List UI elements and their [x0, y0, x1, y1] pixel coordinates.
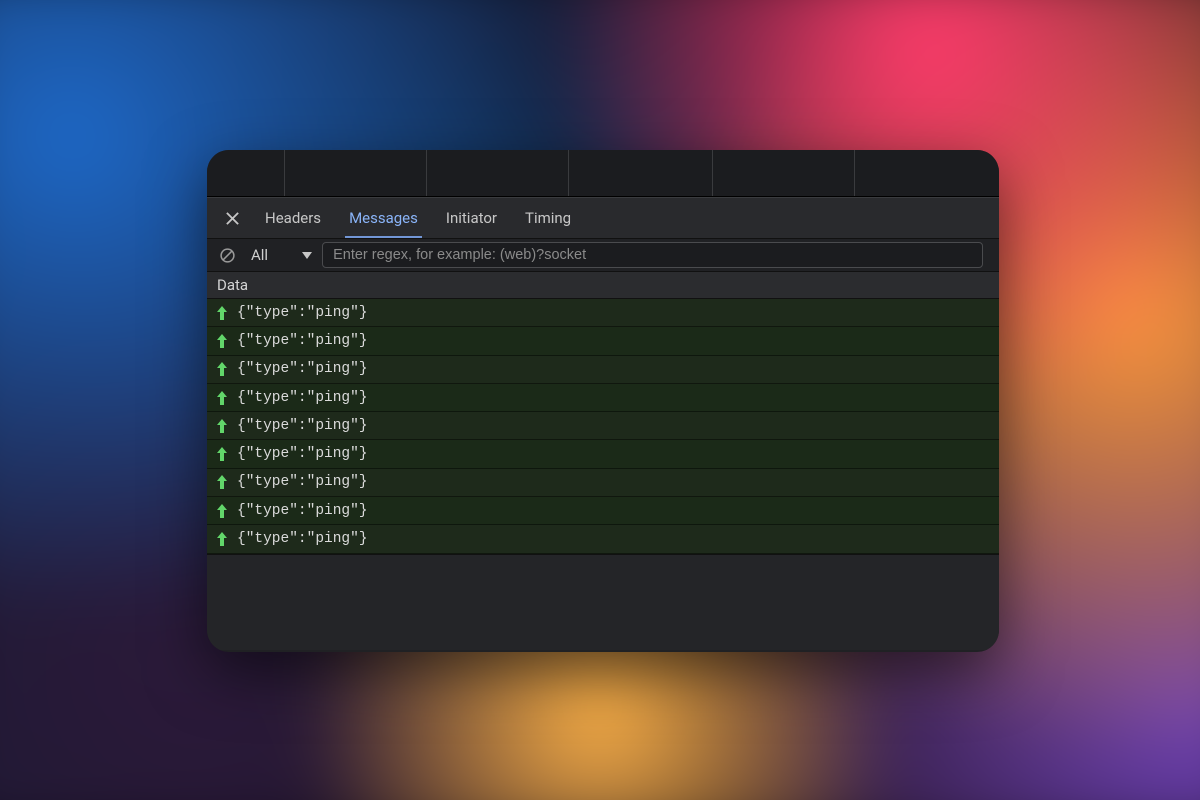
detail-tabs: Headers Messages Initiator Timing	[207, 197, 999, 238]
tab-label: Initiator	[446, 209, 497, 227]
arrow-up-icon	[215, 306, 229, 320]
message-row[interactable]: {"type":"ping"}	[207, 384, 999, 412]
message-payload: {"type":"ping"}	[237, 418, 368, 434]
tab-timing[interactable]: Timing	[511, 198, 585, 238]
chevron-down-icon	[302, 252, 312, 259]
message-row[interactable]: {"type":"ping"}	[207, 412, 999, 440]
arrow-up-icon	[215, 419, 229, 433]
messages-table-body: {"type":"ping"} {"type":"ping"} {"type":…	[207, 299, 999, 554]
arrow-up-icon	[215, 475, 229, 489]
message-type-select[interactable]: All	[247, 246, 312, 264]
message-payload: {"type":"ping"}	[237, 305, 368, 321]
tab-label: Messages	[349, 209, 418, 227]
tab-messages[interactable]: Messages	[335, 198, 432, 238]
column-cell[interactable]	[569, 150, 713, 196]
column-cell[interactable]	[713, 150, 855, 196]
close-icon[interactable]	[219, 205, 245, 231]
arrow-up-icon	[215, 362, 229, 376]
message-payload: {"type":"ping"}	[237, 390, 368, 406]
message-row[interactable]: {"type":"ping"}	[207, 440, 999, 468]
tab-label: Timing	[525, 209, 571, 227]
message-row[interactable]: {"type":"ping"}	[207, 356, 999, 384]
message-payload: {"type":"ping"}	[237, 333, 368, 349]
column-cell[interactable]	[207, 150, 285, 196]
message-row[interactable]: {"type":"ping"}	[207, 525, 999, 553]
messages-filter-bar: All	[207, 238, 999, 272]
arrow-up-icon	[215, 504, 229, 518]
column-cell[interactable]	[427, 150, 569, 196]
message-payload: {"type":"ping"}	[237, 446, 368, 462]
arrow-up-icon	[215, 391, 229, 405]
tab-headers[interactable]: Headers	[251, 198, 335, 238]
message-row[interactable]: {"type":"ping"}	[207, 299, 999, 327]
clear-icon[interactable]	[217, 245, 237, 265]
messages-table-header[interactable]: Data	[207, 272, 999, 299]
column-cell[interactable]	[855, 150, 999, 196]
detail-pane-empty	[207, 554, 999, 650]
message-payload: {"type":"ping"}	[237, 474, 368, 490]
arrow-up-icon	[215, 334, 229, 348]
message-payload: {"type":"ping"}	[237, 531, 368, 547]
tab-initiator[interactable]: Initiator	[432, 198, 511, 238]
message-row[interactable]: {"type":"ping"}	[207, 327, 999, 355]
network-columns-header	[207, 150, 999, 197]
tab-label: Headers	[265, 209, 321, 227]
column-cell[interactable]	[285, 150, 427, 196]
column-header-data: Data	[217, 276, 248, 294]
devtools-panel: Headers Messages Initiator Timing All Da…	[207, 150, 999, 652]
arrow-up-icon	[215, 532, 229, 546]
select-value: All	[251, 246, 268, 264]
message-payload: {"type":"ping"}	[237, 503, 368, 519]
message-payload: {"type":"ping"}	[237, 361, 368, 377]
regex-filter-input[interactable]	[322, 242, 983, 268]
message-row[interactable]: {"type":"ping"}	[207, 497, 999, 525]
message-row[interactable]: {"type":"ping"}	[207, 469, 999, 497]
arrow-up-icon	[215, 447, 229, 461]
